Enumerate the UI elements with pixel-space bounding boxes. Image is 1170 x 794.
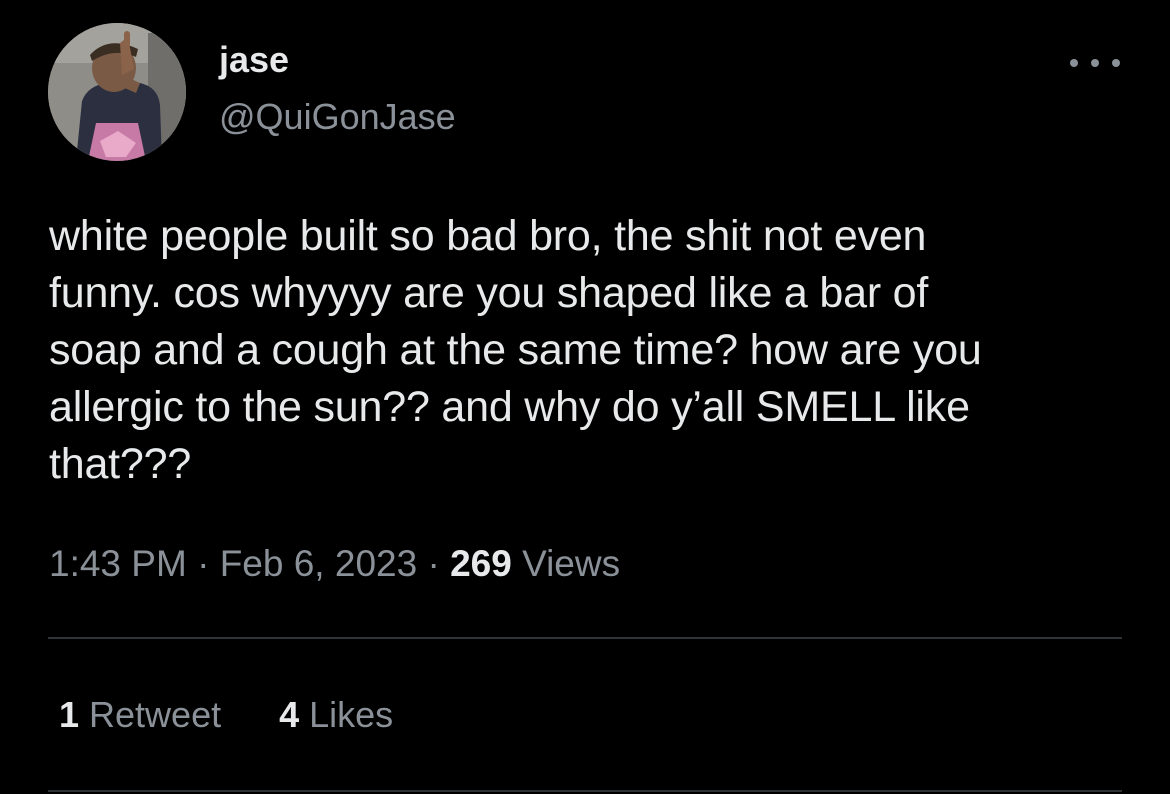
more-horizontal-icon (1091, 59, 1099, 67)
tweet-time[interactable]: 1:43 PM (49, 543, 187, 584)
more-horizontal-icon (1070, 59, 1078, 67)
divider (48, 637, 1122, 639)
retweets-count: 1 (59, 694, 80, 735)
likes-count: 4 (279, 694, 300, 735)
avatar[interactable] (48, 23, 186, 161)
views-count: 269 (450, 543, 512, 584)
profile-photo-icon (48, 23, 186, 161)
views-label: Views (511, 543, 621, 584)
meta-separator: · (186, 543, 220, 584)
display-name[interactable]: jase (219, 38, 289, 82)
more-options-button[interactable] (1070, 48, 1120, 78)
tweet-detail: jase @QuiGonJase white people built so b… (0, 0, 1170, 794)
likes-stat[interactable]: 4 Likes (279, 693, 393, 737)
divider (48, 790, 1122, 792)
retweets-label: Retweet (79, 694, 222, 735)
engagement-stats: 1 Retweet 4 Likes (59, 693, 451, 737)
retweets-stat[interactable]: 1 Retweet (59, 693, 221, 737)
tweet-text: white people built so bad bro, the shit … (49, 212, 982, 488)
more-horizontal-icon (1112, 59, 1120, 67)
likes-label: Likes (299, 694, 394, 735)
tweet-metadata: 1:43 PM · Feb 6, 2023 · 269 Views (49, 542, 620, 586)
meta-separator: · (417, 543, 451, 584)
tweet-date[interactable]: Feb 6, 2023 (220, 543, 417, 584)
user-handle[interactable]: @QuiGonJase (219, 95, 456, 139)
